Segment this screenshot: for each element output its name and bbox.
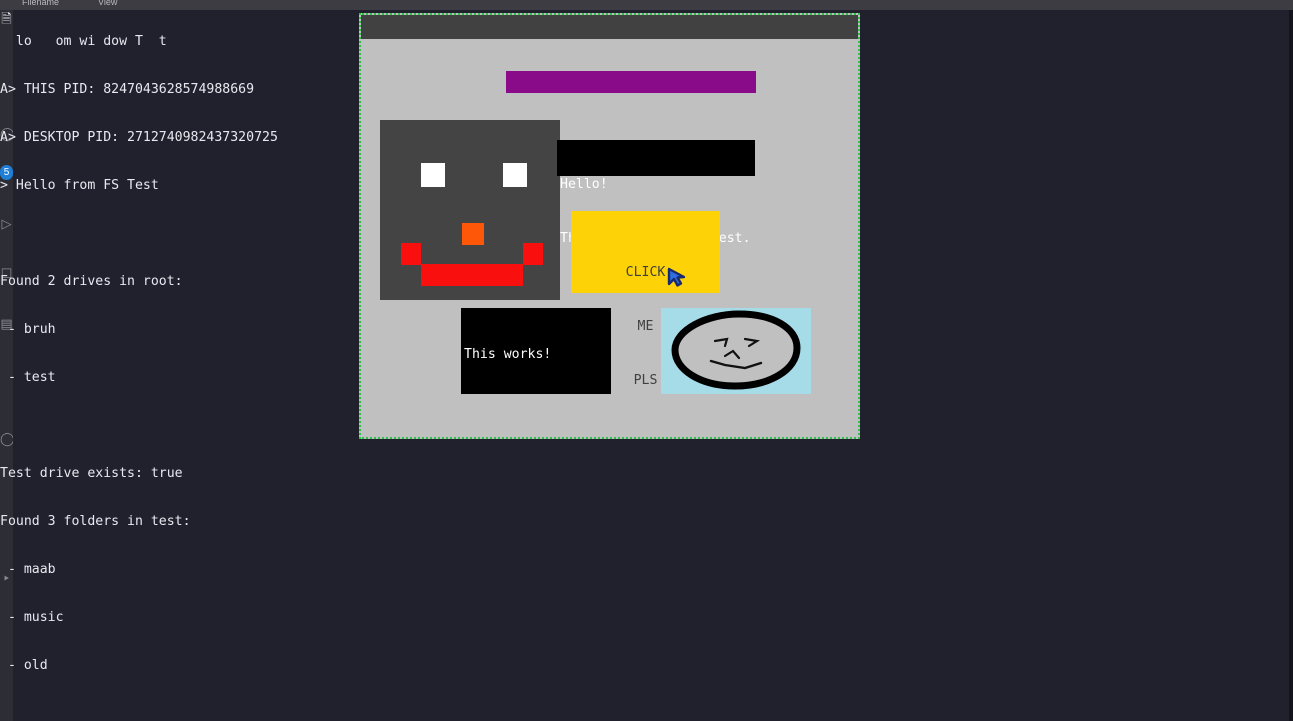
mouse-pointer-arrow-icon <box>667 267 686 287</box>
app-window-hello-world[interactable]: Hello World! Hello! This is an amazing t… <box>359 13 860 439</box>
terminal-line: Found 3 folders in test: <box>0 514 191 529</box>
screen: Filename View 🗎 ◯ 5 ▷ ☐ ▤ ◯ ‣ lo om wi d… <box>0 0 1293 721</box>
terminal-line: lo om wi dow T t <box>0 34 167 49</box>
troll-face-doodle-icon <box>671 310 801 390</box>
this-works-text: This works! <box>464 347 552 362</box>
smiley-mouth-bottom <box>421 264 523 286</box>
smiley-mouth-right-corner <box>523 243 543 265</box>
window-canvas[interactable]: Hello! This is an amazing test. CLICK ME… <box>361 39 858 437</box>
smiley-mouth-left-corner <box>401 243 421 265</box>
smiley-left-eye <box>421 163 445 187</box>
terminal-line: - old <box>0 658 48 673</box>
smiley-right-eye <box>503 163 527 187</box>
hello-text-line-1: Hello! <box>560 177 608 192</box>
hello-text-panel: Hello! This is an amazing test. <box>557 140 755 246</box>
troll-face-doodle-card <box>661 308 811 394</box>
window-titlebar[interactable]: Hello World! <box>361 15 858 58</box>
this-works-panel: This works! <box>461 308 611 394</box>
terminal-line: Test drive exists: true <box>0 466 183 481</box>
editor-scrollbar[interactable] <box>1289 10 1293 721</box>
click-me-line-1: CLICK <box>625 265 666 280</box>
terminal-line: Found 2 drives in root: <box>0 274 183 289</box>
terminal-line: A> DESKTOP PID: 2712740982437320725 <box>0 130 278 145</box>
terminal-line: - maab <box>0 562 56 577</box>
terminal-line: > Hello from FS Test <box>0 178 159 193</box>
terminal-line: - bruh <box>0 322 56 337</box>
terminal-output: lo om wi dow T t A> THIS PID: 8247043628… <box>0 2 360 721</box>
terminal-line: - music <box>0 610 64 625</box>
purple-bar <box>506 71 756 93</box>
pixel-smiley-face <box>380 120 560 300</box>
terminal-line: - test <box>0 370 56 385</box>
smiley-nose <box>462 223 484 245</box>
terminal-line: A> THIS PID: 8247043628574988669 <box>0 82 255 97</box>
click-me-pls-button[interactable]: CLICK ME PLS <box>571 211 720 388</box>
